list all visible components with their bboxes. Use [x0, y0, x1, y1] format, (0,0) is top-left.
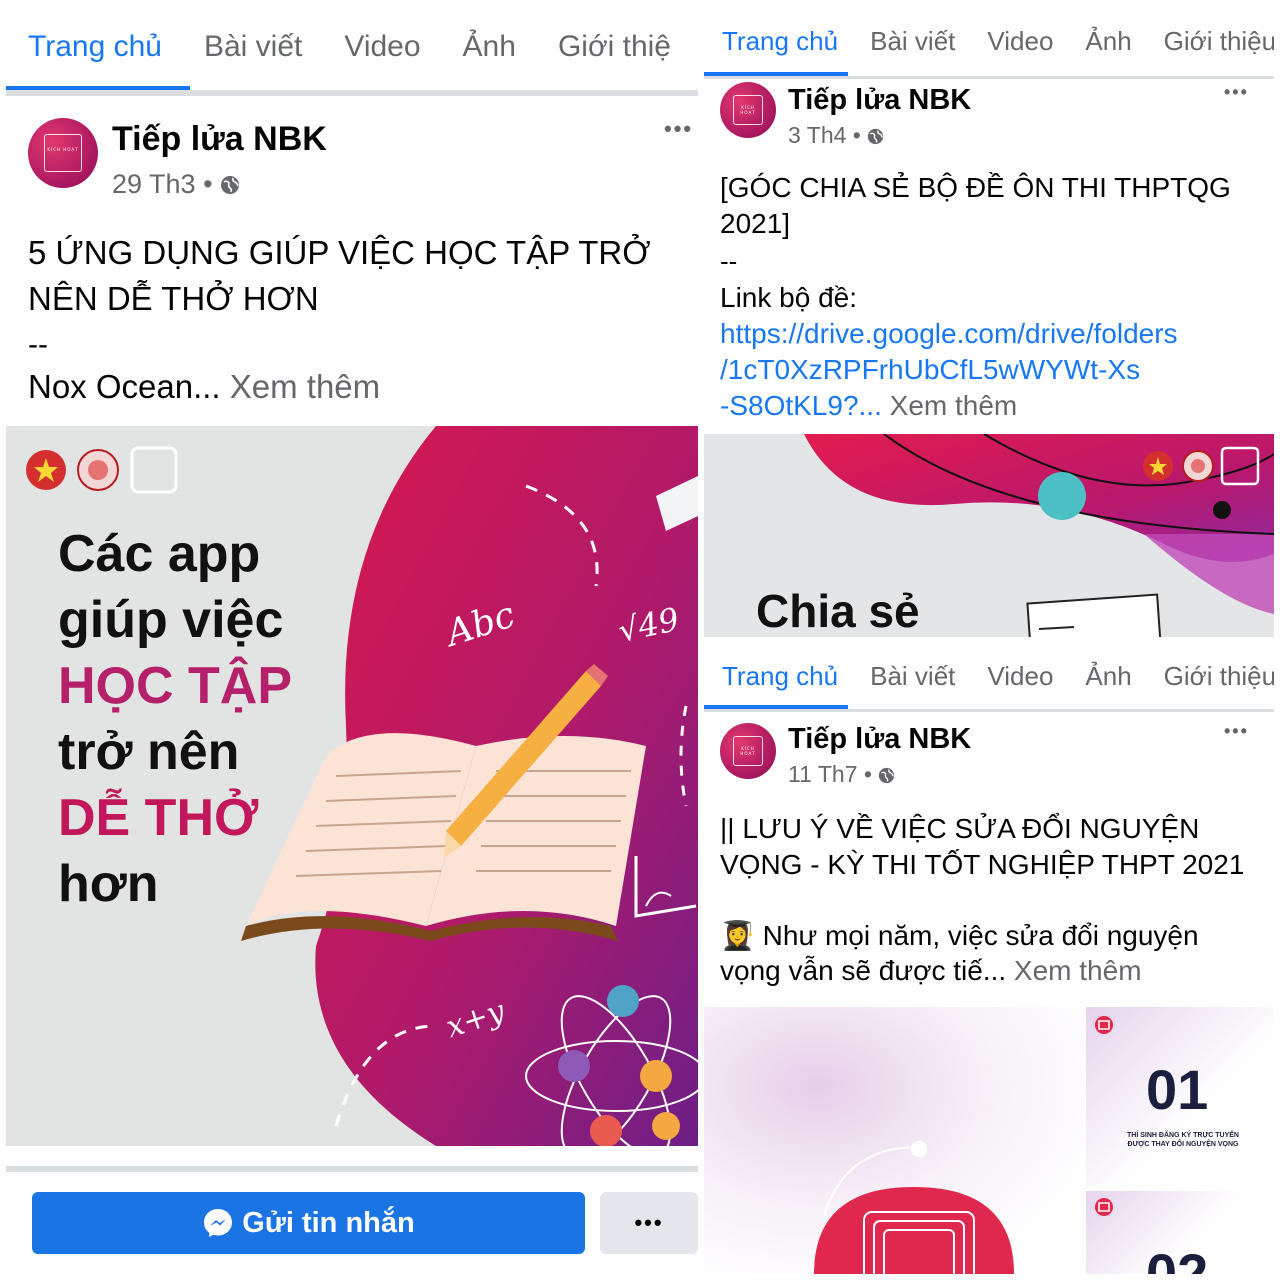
more-icon[interactable]: ••• — [664, 116, 693, 142]
post-date[interactable]: 3 Th4 • — [788, 122, 884, 149]
tab-photos[interactable]: Ảnh — [1085, 661, 1131, 692]
drive-link-line-1[interactable]: https://drive.google.com/drive/folders — [720, 318, 1178, 350]
post-image[interactable]: Chia sẻ — [704, 434, 1274, 637]
card-number: 02 — [1146, 1242, 1209, 1274]
image-caption-5: DỄ THỞ — [58, 789, 259, 847]
avatar[interactable]: KÍCH HOẠT — [720, 723, 776, 779]
tab-photos[interactable]: Ảnh — [463, 30, 516, 64]
right-bottom-panel: Trang chủ Bài viết Video Ảnh Giới thiệu … — [704, 641, 1274, 1274]
link-label: Link bộ đề: — [720, 282, 857, 313]
see-more-link[interactable]: Xem thêm — [230, 368, 380, 405]
page-tabs: Trang chủ Bài viết Video Ảnh Giới thiệu — [704, 26, 1274, 57]
post-separator: -- — [28, 328, 48, 361]
image-caption-6: hơn — [58, 855, 159, 913]
page-name[interactable]: Tiếp lửa NBK — [788, 723, 971, 756]
send-message-button[interactable]: Gửi tin nhắn — [32, 1192, 585, 1254]
see-more-link[interactable]: Xem thêm — [1014, 955, 1142, 986]
globe-icon — [868, 128, 884, 145]
avatar[interactable]: KÍCH HOẠT — [720, 82, 776, 138]
post-date[interactable]: 29 Th3 • — [112, 169, 240, 200]
send-message-label: Gửi tin nhắn — [242, 1206, 415, 1239]
card-text: THÍ SINH ĐĂNG KÝ TRỰC TUYẾN ĐƯỢC THAY ĐỔ… — [1127, 1132, 1239, 1148]
page-name[interactable]: Tiếp lửa NBK — [788, 84, 971, 117]
post-image[interactable]: Các app giúp việc HỌC TẬP trở nên DỄ THỞ… — [6, 426, 698, 1146]
logo-icon — [1095, 1016, 1113, 1034]
globe-icon — [879, 767, 895, 784]
drive-link-line-2[interactable]: /1cT0XzRPFrhUbCfL5wWYWt-Xs — [720, 354, 1140, 386]
tabs-divider — [704, 76, 1274, 79]
tab-posts[interactable]: Bài viết — [870, 661, 955, 692]
tab-home[interactable]: Trang chủ — [722, 661, 838, 692]
card-number: 01 — [1146, 1058, 1209, 1121]
tab-about[interactable]: Giới thiệu — [1164, 26, 1274, 57]
image-caption-3: HỌC TẬP — [58, 657, 292, 715]
tab-about[interactable]: Giới thiệ — [558, 30, 671, 64]
right-top-panel: Trang chủ Bài viết Video Ảnh Giới thiệu … — [704, 6, 1274, 637]
avatar[interactable]: KÍCH HOẠT — [28, 118, 98, 188]
globe-icon — [221, 176, 240, 194]
post-title: [GÓC CHIA SẺ BỘ ĐỀ ÔN THI THPTQG 2021] — [720, 172, 1231, 239]
image-caption: Chia sẻ — [756, 585, 920, 637]
tab-video[interactable]: Video — [987, 661, 1053, 692]
tab-video[interactable]: Video — [344, 30, 420, 64]
tab-photos[interactable]: Ảnh — [1085, 26, 1131, 57]
post-separator: -- — [720, 246, 738, 276]
tabs-divider — [704, 709, 1274, 712]
messenger-icon — [204, 1209, 233, 1237]
post-image-main[interactable] — [704, 1007, 1082, 1274]
tab-posts[interactable]: Bài viết — [204, 30, 302, 64]
tab-video[interactable]: Video — [987, 26, 1053, 57]
tab-home[interactable]: Trang chủ — [28, 30, 162, 64]
left-panel: Trang chủ Bài viết Video Ảnh Giới thiệ K… — [6, 6, 698, 1274]
tab-posts[interactable]: Bài viết — [870, 26, 955, 57]
post-title: 5 ỨNG DỤNG GIÚP VIỆC HỌC TẬP TRỞ NÊN DỄ … — [28, 234, 651, 317]
see-more-link[interactable]: Xem thêm — [890, 390, 1018, 421]
tab-home[interactable]: Trang chủ — [722, 26, 838, 57]
tabs-divider — [6, 90, 698, 96]
image-caption-2: giúp việc — [58, 591, 284, 649]
post-date[interactable]: 11 Th7 • — [788, 761, 895, 788]
post-image-art — [814, 1141, 1014, 1274]
page-tabs: Trang chủ Bài viết Video Ảnh Giới thiệu — [704, 661, 1274, 692]
post-snippet-line-1: 👩‍🎓 Như mọi năm, việc sửa đổi nguyện — [720, 919, 1199, 952]
image-caption-4: trở nên — [58, 723, 240, 781]
more-options-button[interactable]: ••• — [600, 1192, 698, 1254]
graduate-emoji-icon: 👩‍🎓 — [720, 919, 755, 952]
drive-link-line-3[interactable]: -S8OtKL9?... Xem thêm — [720, 390, 1017, 422]
post-snippet-line-2: vọng vẫn sẽ được tiế... Xem thêm — [720, 955, 1142, 986]
image-caption-1: Các app — [58, 525, 261, 583]
post-image-card-1[interactable]: 01 THÍ SINH ĐĂNG KÝ TRỰC TUYẾN ĐƯỢC THAY… — [1086, 1007, 1274, 1187]
tab-about[interactable]: Giới thiệu — [1164, 661, 1274, 692]
post-title: || LƯU Ý VỀ VIỆC SỬA ĐỔI NGUYỆN VỌNG - K… — [720, 813, 1245, 880]
post-image-card-2[interactable]: 02 — [1086, 1191, 1274, 1274]
more-icon: ••• — [634, 1210, 664, 1235]
more-icon[interactable]: ••• — [1224, 82, 1249, 103]
more-icon[interactable]: ••• — [1224, 721, 1249, 742]
logo-icon — [1095, 1198, 1113, 1216]
post-snippet: Nox Ocean... Xem thêm — [28, 368, 381, 405]
page-tabs: Trang chủ Bài viết Video Ảnh Giới thiệ — [6, 30, 698, 64]
action-bar-divider — [6, 1166, 698, 1172]
page-name[interactable]: Tiếp lửa NBK — [112, 120, 327, 159]
